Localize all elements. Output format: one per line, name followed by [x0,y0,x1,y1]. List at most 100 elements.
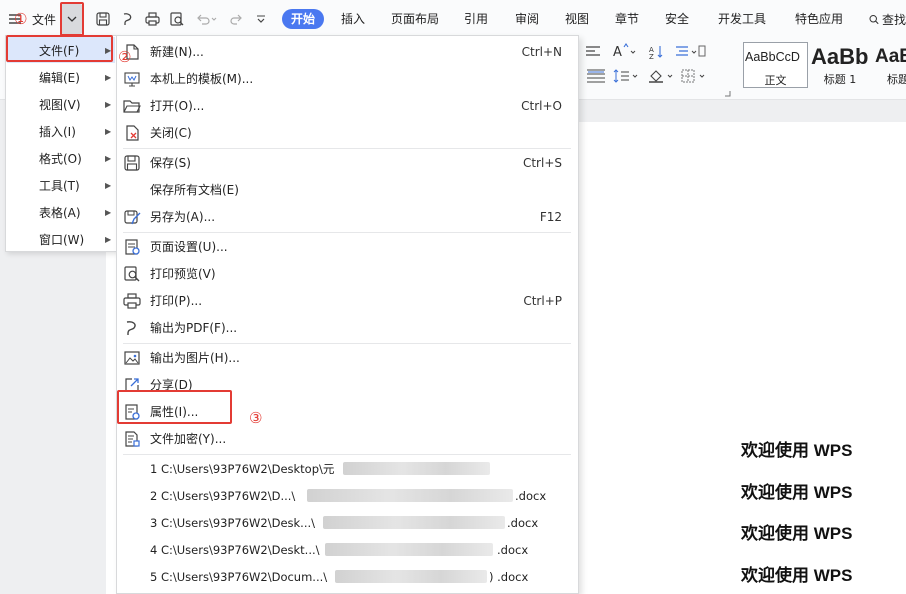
recent-file-3[interactable]: 3 C:\Users\93P76W2\Desk...\ .docx [117,509,578,536]
menu-item-label: 插入(I) [39,124,76,139]
save-as-icon [124,210,141,225]
print-preview-quick-button[interactable] [166,0,188,38]
submenu-item-open[interactable]: 打开(O)... Ctrl+O [117,92,578,119]
tab-references[interactable]: 引用 [464,9,488,29]
print-icon [123,293,141,309]
tab-page-layout[interactable]: 页面布局 [391,9,439,29]
search-icon [869,14,879,24]
submenu-item-label: 打开(O)... [150,99,205,113]
export-pdf-icon [126,321,136,335]
save-icon [96,12,110,26]
tab-insert[interactable]: 插入 [341,9,365,29]
submenu-item-label: 保存(S) [150,156,191,170]
submenu-item-encrypt[interactable]: 文件加密(Y)... [117,425,578,452]
recent-file-path: 5 C:\Users\93P76W2\Docum...\ [150,569,328,584]
step-2-marker: ② [118,48,132,66]
redo-icon [230,14,242,25]
submenu-item-export-image[interactable]: 输出为图片(H)... [117,344,578,371]
recent-file-path: 4 C:\Users\93P76W2\Deskt...\ [150,542,320,557]
submenu-item-print-preview[interactable]: 打印预览(V) [117,260,578,287]
submenu-arrow-icon: ▶ [105,99,112,109]
menu-item-view[interactable]: 视图(V) ▶ [7,91,115,117]
menu-item-tools[interactable]: 工具(T) ▶ [7,172,115,198]
font-size-up-icon[interactable]: A [612,43,638,59]
recent-file-4[interactable]: 4 C:\Users\93P76W2\Deskt...\ .docx [117,536,578,563]
distributed-icon[interactable] [586,69,606,83]
close-document-icon [126,125,139,141]
shortcut-label: Ctrl+S [522,155,562,170]
submenu-item-label: 输出为PDF(F)... [150,321,238,335]
recent-file-1[interactable]: 1 C:\Users\93P76W2\Desktop\元 [117,455,578,482]
style-normal[interactable]: AaBbCcD 正文 [743,42,808,88]
border-icon[interactable] [681,69,711,83]
print-quick-button[interactable] [141,0,163,38]
document-line: 欢迎使用 WPS [741,441,853,460]
submenu-arrow-icon: ▶ [105,126,112,136]
submenu-item-new[interactable]: 新建(N)... Ctrl+N [117,38,578,65]
recent-file-path: 2 C:\Users\93P76W2\D...\ [150,488,296,503]
save-quick-button[interactable] [92,0,114,38]
export-image-icon [124,351,140,365]
recent-file-5[interactable]: 5 C:\Users\93P76W2\Docum...\ ) .docx [117,563,578,590]
customize-toolbar-button[interactable] [252,0,270,38]
menu-item-label: 窗口(W) [39,232,85,247]
file-submenu: 新建(N)... Ctrl+N 本机上的模板(M)... 打开(O)... Ct… [116,35,579,594]
submenu-item-page-setup[interactable]: 页面设置(U)... [117,233,578,260]
paragraph-spacing-icon[interactable] [612,69,640,83]
template-icon [124,72,140,87]
folder-open-icon [123,100,141,113]
submenu-item-label: 打印(P)... [150,294,203,308]
submenu-item-save[interactable]: 保存(S) Ctrl+S [117,149,578,176]
search-button[interactable]: 查找 [869,0,906,38]
tab-home[interactable]: 开始 [282,9,325,29]
submenu-item-print[interactable]: 打印(P)... Ctrl+P [117,287,578,314]
redacted-filename [343,462,490,475]
shading-icon[interactable] [648,68,678,84]
tab-developer-tools[interactable]: 开发工具 [718,9,766,29]
tab-special-apps[interactable]: 特色应用 [795,9,843,29]
redo-button[interactable] [226,0,246,38]
tab-security[interactable]: 安全 [665,9,689,29]
menu-item-window[interactable]: 窗口(W) ▶ [7,226,115,252]
tab-view[interactable]: 视图 [565,9,589,29]
undo-icon [197,14,217,25]
style-heading-preview: AaB [875,46,906,67]
style-heading-1[interactable]: AaBb 标题 1 [810,42,872,88]
submenu-item-close[interactable]: 关闭(C) [117,119,578,146]
undo-button[interactable] [193,0,221,38]
shortcut-label: Ctrl+N [521,44,562,59]
menu-item-table[interactable]: 表格(A) ▶ [7,199,115,225]
sort-icon[interactable]: AZ [648,44,664,60]
align-icon[interactable] [586,46,600,58]
menu-item-label: 编辑(E) [39,70,80,85]
export-pdf-quick-button[interactable] [117,0,139,38]
submenu-arrow-icon: ▶ [105,234,112,244]
submenu-item-local-templates[interactable]: 本机上的模板(M)... [117,65,578,92]
highlight-properties-item [117,390,232,424]
submenu-item-save-all[interactable]: 保存所有文档(E) [117,176,578,203]
menu-item-insert[interactable]: 插入(I) ▶ [7,118,115,144]
submenu-item-export-pdf[interactable]: 输出为PDF(F)... [117,314,578,341]
submenu-item-label: 新建(N)... [150,45,204,59]
style-heading[interactable]: AaB 标题 [874,42,906,88]
tab-review[interactable]: 审阅 [515,9,539,29]
recent-file-extension: ) .docx [489,569,529,584]
main-menu: 文件(F) ▶ 编辑(E) ▶ 视图(V) ▶ 插入(I) ▶ 格式(O) ▶ … [5,35,117,252]
highlight-dropdown-toggle [60,2,84,36]
export-pdf-icon [123,13,132,25]
submenu-item-label: 页面设置(U)... [150,240,228,254]
style-normal-preview: AaBbCcD [745,50,800,64]
menu-item-format[interactable]: 格式(O) ▶ [7,145,115,171]
file-menu-button[interactable]: 文件 [26,0,62,38]
submenu-arrow-icon: ▶ [105,207,112,217]
recent-file-2[interactable]: 2 C:\Users\93P76W2\D...\ .docx [117,482,578,509]
paragraph-dialog-launcher-icon[interactable] [724,90,731,97]
submenu-item-save-as[interactable]: 另存为(A)... F12 [117,203,578,230]
document-line: 欢迎使用 WPS [741,566,853,585]
menu-item-edit[interactable]: 编辑(E) ▶ [7,64,115,90]
recent-file-extension: .docx [497,542,529,557]
tab-chapter[interactable]: 章节 [615,9,639,29]
file-menu-label: 文件 [31,12,56,27]
svg-text:A: A [613,45,622,59]
line-spacing-icon[interactable] [676,45,706,59]
